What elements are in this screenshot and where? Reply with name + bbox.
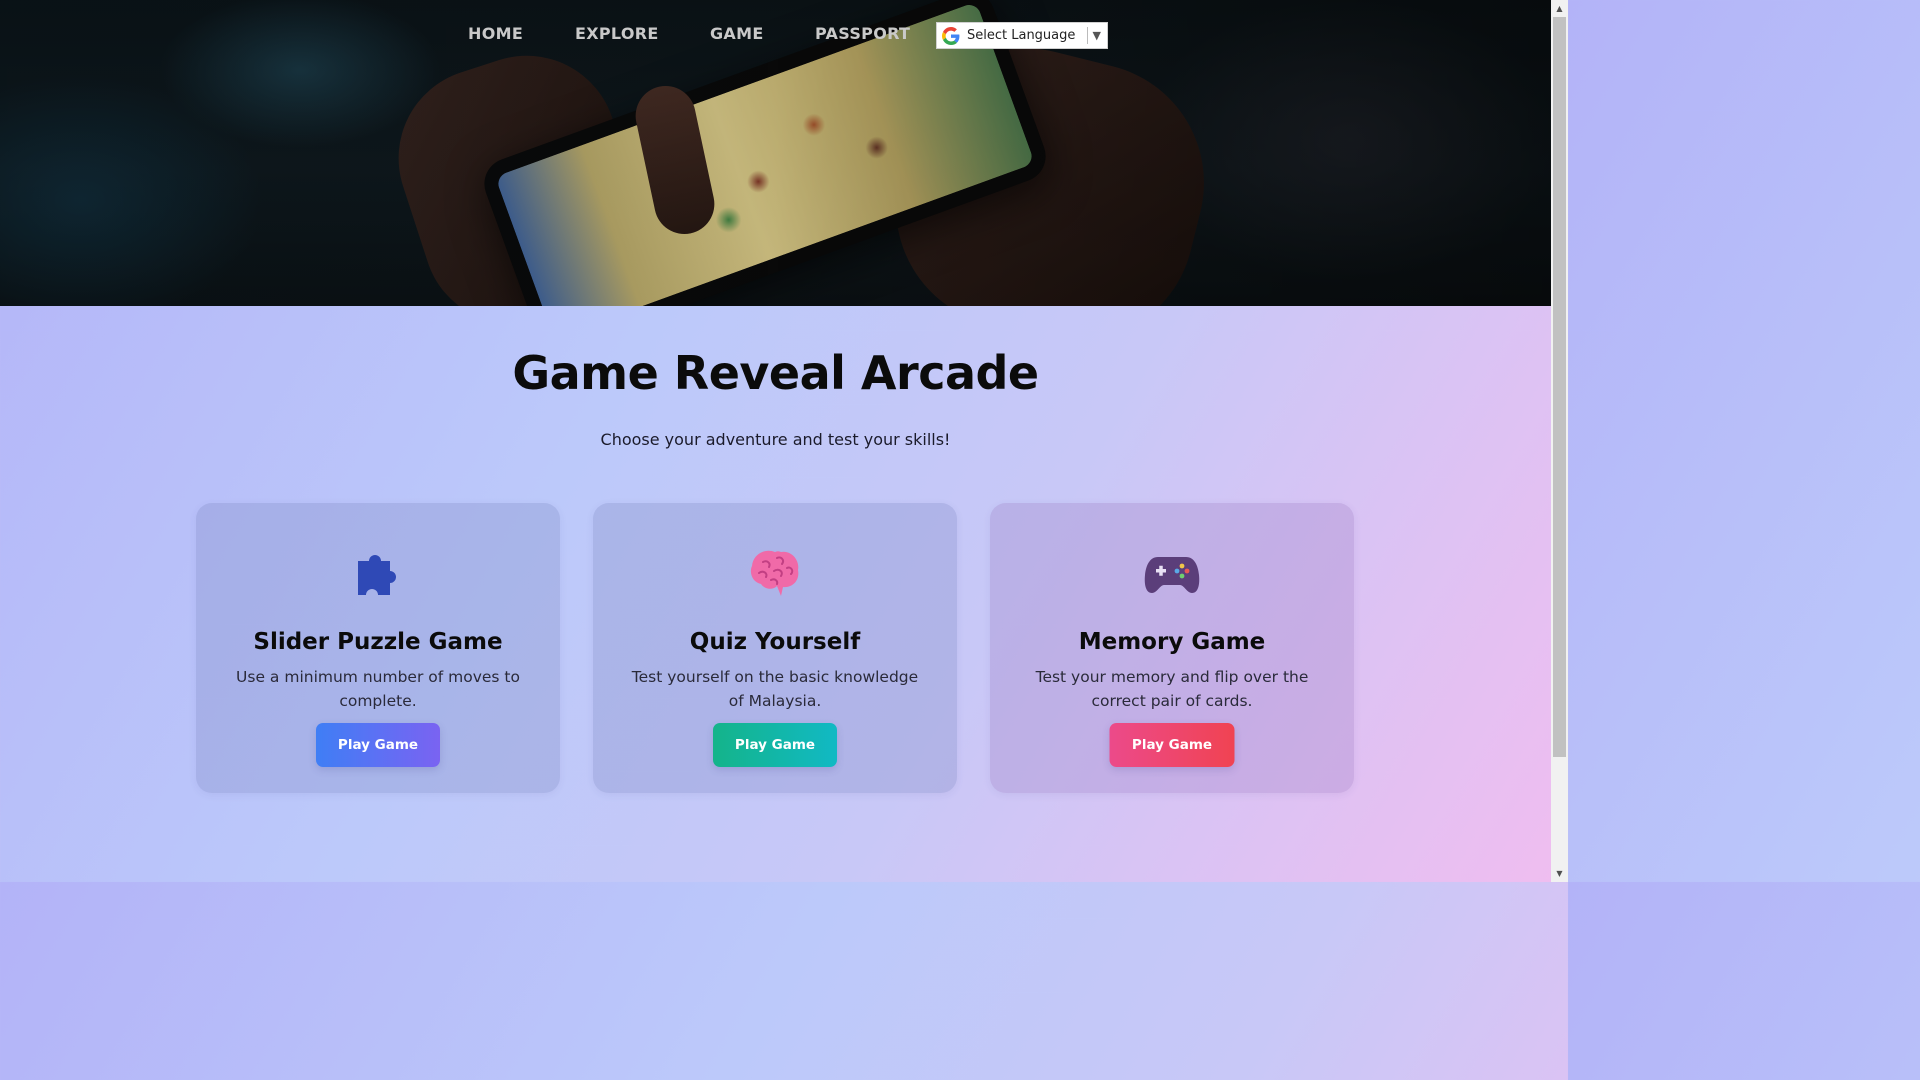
play-memory-button[interactable]: Play Game	[1109, 723, 1235, 767]
card-description: Test your memory and flip over the corre…	[1035, 668, 1309, 710]
scrollbar-thumb[interactable]	[1553, 17, 1566, 757]
game-card-quiz: Quiz Yourself Test yourself on the basic…	[593, 503, 957, 793]
nav-explore-link[interactable]: EXPLORE	[575, 24, 659, 43]
nav-game-link[interactable]: GAME	[710, 24, 764, 43]
language-selector[interactable]: Select Language ▼	[936, 22, 1108, 49]
page-scrollbar[interactable]: ▲ ▼	[1551, 0, 1568, 882]
game-card-memory: Memory Game Test your memory and flip ov…	[990, 503, 1354, 793]
card-description: Test yourself on the basic knowledge of …	[631, 668, 919, 710]
scroll-up-arrow-icon[interactable]: ▲	[1551, 0, 1568, 17]
card-title: Slider Puzzle Game	[253, 629, 503, 655]
play-slider-puzzle-button[interactable]: Play Game	[316, 723, 440, 767]
game-card-slider-puzzle: Slider Puzzle Game Use a minimum number …	[196, 503, 560, 793]
play-quiz-button[interactable]: Play Game	[713, 723, 837, 767]
puzzle-piece-icon	[196, 545, 560, 601]
nav-home-link[interactable]: HOME	[468, 24, 523, 43]
card-description: Use a minimum number of moves to complet…	[236, 668, 520, 710]
scroll-down-arrow-icon[interactable]: ▼	[1551, 865, 1568, 882]
google-g-icon	[941, 26, 961, 46]
page-subtitle: Choose your adventure and test your skil…	[600, 430, 951, 449]
page-title: Game Reveal Arcade	[512, 346, 1039, 400]
nav-passport-link[interactable]: PASSPORT	[815, 24, 910, 43]
language-selector-divider	[1086, 27, 1088, 44]
card-title: Quiz Yourself	[689, 629, 861, 655]
game-controller-icon	[990, 545, 1354, 601]
brain-icon	[593, 545, 957, 601]
language-selector-label: Select Language	[967, 28, 1076, 43]
chevron-down-icon: ▼	[1092, 29, 1101, 42]
top-nav: HOME EXPLORE GAME PASSPORT Select Langua…	[0, 22, 1551, 49]
card-title: Memory Game	[1078, 629, 1266, 655]
